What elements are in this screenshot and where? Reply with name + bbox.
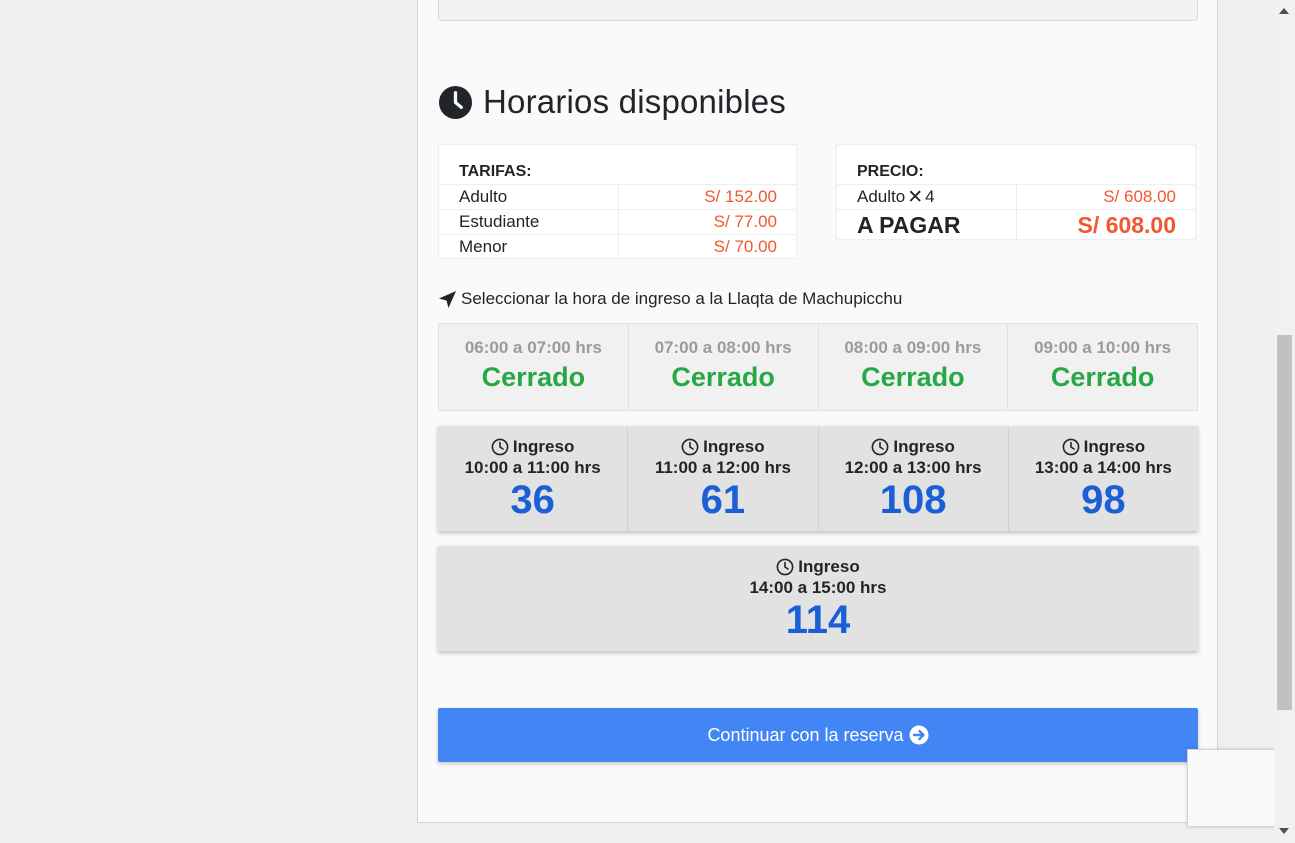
clock-outline-icon <box>491 438 509 456</box>
slot-11-12[interactable]: Ingreso 11:00 a 12:00 hrs 61 <box>628 426 819 531</box>
slot-state: Cerrado <box>1050 362 1155 392</box>
closed-slot: 06:00 a 07:00 hrs Cerrado <box>439 324 629 410</box>
slot-time: 07:00 a 08:00 hrs <box>654 338 792 357</box>
tarifa-label: Adulto <box>439 185 619 209</box>
slot-ingreso: Ingreso <box>628 437 817 457</box>
closed-slot: 07:00 a 08:00 hrs Cerrado <box>629 324 819 410</box>
booking-panel: Horarios disponibles TARIFAS: Adulto S/ … <box>417 0 1218 823</box>
slot-time: 11:00 a 12:00 hrs <box>654 458 791 477</box>
slot-time: 09:00 a 10:00 hrs <box>1034 338 1172 357</box>
open-slots-grid: Ingreso 10:00 a 11:00 hrs 36 Ingreso 11:… <box>438 426 1198 531</box>
tarifas-table: TARIFAS: Adulto S/ 152.00 Estudiante S/ … <box>438 144 797 259</box>
slot-count: 98 <box>1081 478 1126 522</box>
closed-slot: 08:00 a 09:00 hrs Cerrado <box>819 324 1009 410</box>
precio-line-price: S/ 608.00 <box>1103 187 1176 206</box>
slot-label: Ingreso <box>703 437 765 456</box>
slot-count: 61 <box>700 478 746 522</box>
slot-12-13[interactable]: Ingreso 12:00 a 13:00 hrs 108 <box>818 426 1009 531</box>
slot-count: 108 <box>879 478 947 522</box>
slot-label: Ingreso <box>1083 437 1146 456</box>
tarifa-row: Adulto S/ 152.00 <box>439 184 796 209</box>
tarifas-header: TARIFAS: <box>459 163 532 180</box>
closed-slots-grid: 06:00 a 07:00 hrs Cerrado 07:00 a 08:00 … <box>438 323 1198 411</box>
precio-line-type: Adulto <box>857 187 906 206</box>
clock-outline-icon <box>681 438 699 456</box>
tarifa-row: Estudiante S/ 77.00 <box>439 209 796 234</box>
slot-state: Cerrado <box>861 362 965 392</box>
tarifa-label: Estudiante <box>439 210 619 234</box>
section-heading: Horarios disponibles <box>438 82 786 122</box>
slot-ingreso: Ingreso <box>438 437 627 457</box>
clock-outline-icon <box>872 438 889 456</box>
slot-time: 10:00 a 11:00 hrs <box>464 458 601 477</box>
select-hour-label: Seleccionar la hora de ingreso a la Llaq… <box>438 289 902 309</box>
precio-line-label: Adulto ✕ 4 <box>837 185 1017 209</box>
clock-icon <box>438 85 473 119</box>
continue-button[interactable]: Continuar con la reserva <box>438 708 1198 762</box>
slot-ingreso: Ingreso <box>438 557 1198 577</box>
slot-state: Cerrado <box>671 362 775 392</box>
continue-label: Continuar con la reserva <box>707 724 904 745</box>
scroll-down-icon[interactable] <box>1279 828 1289 834</box>
arrow-circle-right-icon <box>909 725 929 745</box>
slot-count: 36 <box>510 478 555 522</box>
previous-section-box <box>438 0 1198 21</box>
slot-count: 114 <box>785 598 851 642</box>
location-arrow-icon <box>438 290 457 308</box>
total-label: A PAGAR <box>837 210 1017 240</box>
select-hour-text: Seleccionar la hora de ingreso a la Llaq… <box>461 289 903 308</box>
slot-label: Ingreso <box>893 437 955 456</box>
total-price: S/ 608.00 <box>1077 211 1176 238</box>
slot-time: 13:00 a 14:00 hrs <box>1034 458 1172 477</box>
clock-outline-icon <box>1062 438 1080 456</box>
precio-table: PRECIO: Adulto ✕ 4 S/ 608.00 A PAGAR S/ … <box>836 144 1196 240</box>
slot-label: Ingreso <box>798 557 860 576</box>
precio-header: PRECIO: <box>857 163 924 180</box>
closed-slot: 09:00 a 10:00 hrs Cerrado <box>1008 324 1197 410</box>
scroll-up-icon[interactable] <box>1279 8 1289 14</box>
slot-time: 12:00 a 13:00 hrs <box>844 458 982 477</box>
scroll-thumb[interactable] <box>1277 335 1292 710</box>
slot-time: 08:00 a 09:00 hrs <box>844 338 982 357</box>
slot-ingreso: Ingreso <box>1009 437 1198 457</box>
recaptcha-badge[interactable] <box>1187 749 1277 827</box>
slot-time: 14:00 a 15:00 hrs <box>749 578 887 597</box>
page-title: Horarios disponibles <box>483 83 786 120</box>
slot-ingreso: Ingreso <box>819 437 1008 457</box>
slot-label: Ingreso <box>512 437 575 456</box>
scrollbar[interactable] <box>1274 0 1295 843</box>
slot-13-14[interactable]: Ingreso 13:00 a 14:00 hrs 98 <box>1008 426 1198 531</box>
slot-10-11[interactable]: Ingreso 10:00 a 11:00 hrs 36 <box>438 426 629 531</box>
tarifa-row: Menor S/ 70.00 <box>439 234 796 259</box>
slot-time: 06:00 a 07:00 hrs <box>464 338 602 357</box>
tarifa-price: S/ 152.00 <box>704 187 777 206</box>
slot-14-15[interactable]: Ingreso 14:00 a 15:00 hrs 114 <box>438 546 1198 651</box>
precio-line-qty: 4 <box>925 187 935 206</box>
slot-state: Cerrado <box>481 362 586 392</box>
tarifa-label: Menor <box>439 235 619 259</box>
precio-line: Adulto ✕ 4 S/ 608.00 <box>837 184 1195 209</box>
tarifa-price: S/ 77.00 <box>713 212 777 231</box>
clock-outline-icon <box>776 558 794 576</box>
precio-total: A PAGAR S/ 608.00 <box>837 209 1195 240</box>
times-icon: ✕ <box>907 186 924 208</box>
tarifa-price: S/ 70.00 <box>713 237 777 256</box>
